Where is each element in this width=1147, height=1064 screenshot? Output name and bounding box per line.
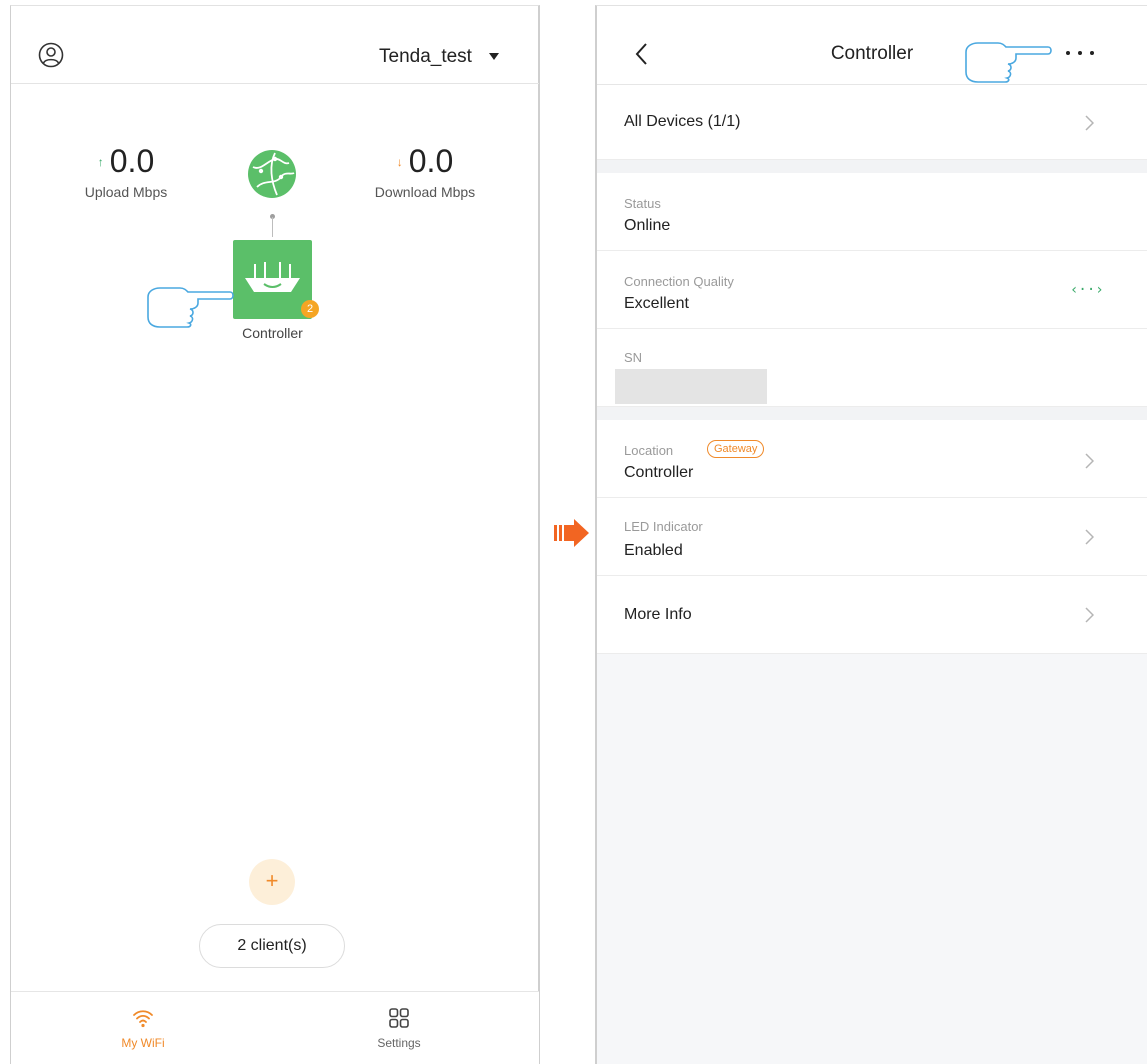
signal-quality-icon: ‹··› [1070,282,1104,298]
sn-row: SN [597,329,1147,407]
all-devices-label: All Devices (1/1) [624,113,741,130]
home-screen: Tenda_test ↑ 0.0 Upload Mbps ↓ 0.0 Downl… [10,5,540,1064]
grid-icon [389,1008,409,1028]
location-label: Location [624,443,674,458]
status-row: Status Online [597,173,1147,251]
tab-my-wifi[interactable]: My WiFi [43,992,243,1064]
chevron-right-icon [1085,607,1094,623]
all-devices-row[interactable]: All Devices (1/1) [597,85,1147,160]
download-value: 0.0 [408,143,454,179]
pointing-hand-icon [147,287,234,328]
led-indicator-row[interactable]: LED Indicator Enabled [597,498,1147,576]
bottom-tab-bar: My WiFi Settings [11,991,539,1064]
topology-link-line [272,217,273,237]
status-value: Online [624,217,671,234]
wifi-icon [133,1010,153,1028]
gateway-badge: Gateway [707,440,765,458]
clients-button[interactable]: 2 client(s) [199,924,345,968]
pointing-hand-icon [965,42,1052,83]
globe-icon [248,150,296,198]
chevron-right-icon [1085,453,1094,469]
upload-stat: ↑ 0.0 Upload Mbps [71,143,181,200]
chevron-right-icon [1085,529,1094,545]
tab-my-wifi-label: My WiFi [121,1036,165,1050]
download-label: Download Mbps [374,184,476,200]
led-indicator-label: LED Indicator [624,519,703,534]
upload-label: Upload Mbps [84,184,168,200]
status-label: Status [624,196,661,211]
network-selector[interactable]: Tenda_test [379,46,472,68]
more-info-label: More Info [624,606,692,623]
flow-arrow-icon [554,519,589,547]
tab-settings[interactable]: Settings [299,992,499,1064]
location-row[interactable]: Location Gateway Controller [597,420,1147,498]
download-stat: ↓ 0.0 Download Mbps [359,143,491,200]
location-value: Controller [624,464,694,481]
connection-quality-value: Excellent [624,295,689,312]
add-device-button[interactable]: + [249,859,295,905]
connection-quality-row: Connection Quality Excellent ‹··› [597,251,1147,329]
detail-header: Controller [597,6,1147,85]
download-arrow-icon: ↓ [396,155,403,169]
sn-redacted-value [615,369,767,404]
more-dots-icon[interactable] [1062,51,1098,59]
account-circle-icon[interactable] [38,42,64,68]
upload-value: 0.0 [109,143,155,179]
upload-arrow-icon: ↑ [97,155,104,169]
connection-quality-label: Connection Quality [624,274,734,289]
controller-detail-screen: Controller All Devices (1/1) Status Onli… [595,5,1147,1064]
led-indicator-value: Enabled [624,542,683,559]
home-header: Tenda_test [11,6,539,84]
section-divider [597,160,1147,173]
more-info-row[interactable]: More Info [597,576,1147,654]
sn-label: SN [624,350,643,365]
tab-settings-label: Settings [377,1036,421,1050]
chevron-right-icon [1085,115,1094,131]
caret-down-icon[interactable] [489,53,499,60]
client-count-badge: 2 [301,300,319,318]
section-divider [597,407,1147,420]
